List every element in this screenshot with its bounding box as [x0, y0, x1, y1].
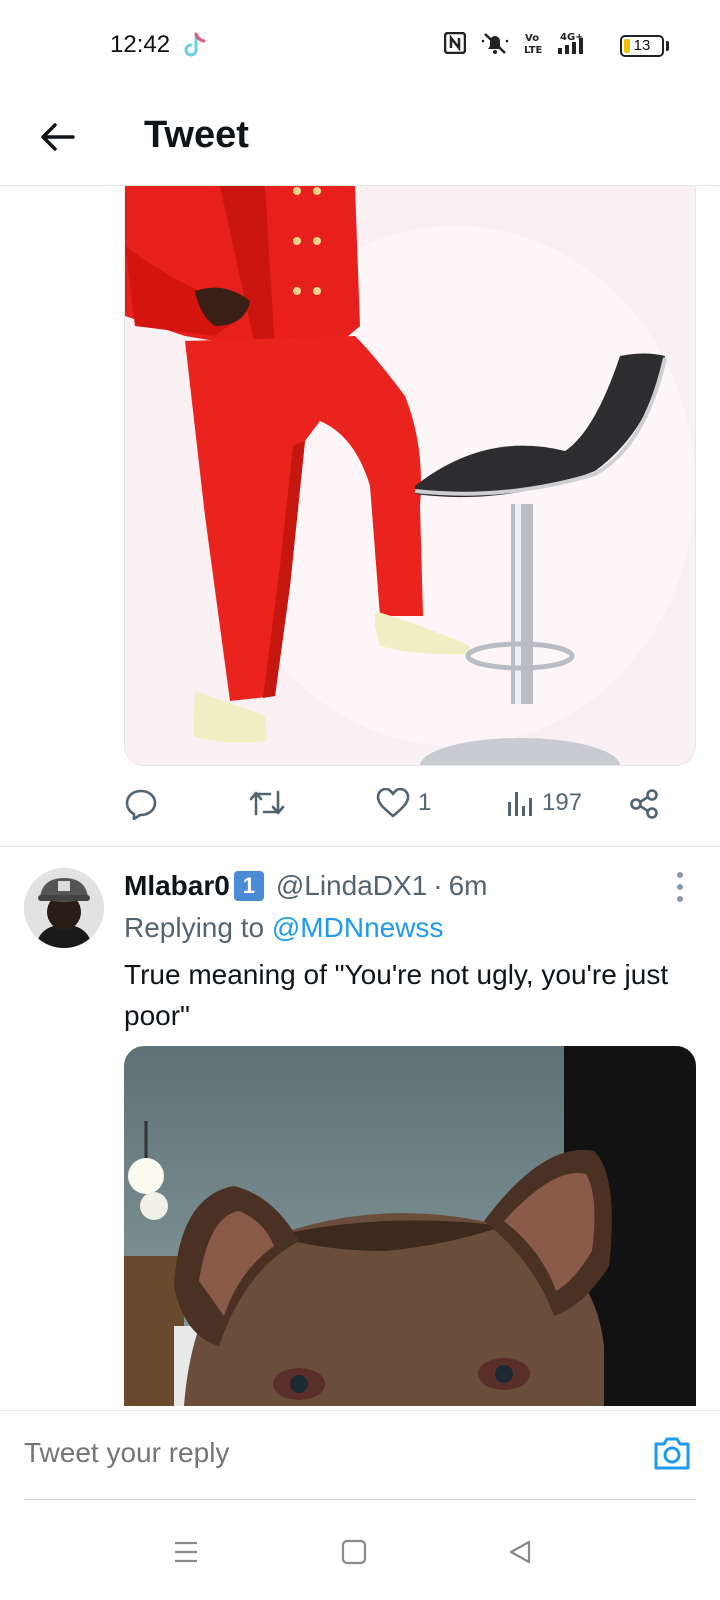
replying-to-label: Replying to: [124, 912, 265, 943]
user-handle[interactable]: @LindaDX1: [276, 870, 427, 902]
heart-icon: [376, 788, 410, 818]
top-app-bar: Tweet: [0, 90, 720, 186]
back-triangle-icon: [509, 1540, 531, 1564]
status-bar: 12:42 Vo LTE 4G+ 13: [0, 0, 720, 90]
replying-to-line: Replying to @MDNnewss: [124, 912, 443, 944]
keycap-badge: 1: [233, 871, 264, 901]
page-title: Tweet: [144, 114, 249, 156]
system-nav-bar: [0, 1500, 720, 1600]
arrow-left-icon: [41, 123, 75, 151]
avatar-image: [24, 868, 104, 948]
tiktok-icon: [184, 32, 206, 57]
display-name[interactable]: Mlabar0: [124, 870, 230, 902]
reply-text: True meaning of "You're not ugly, you're…: [124, 959, 669, 1031]
menu-nav-button[interactable]: [166, 1532, 206, 1572]
tweet-media-image[interactable]: [124, 186, 696, 766]
status-time: 12:42: [110, 31, 171, 58]
nfc-icon: [444, 32, 466, 54]
reply-input[interactable]: [24, 1433, 584, 1473]
reply-photo: [124, 1046, 696, 1406]
back-nav-button[interactable]: [500, 1532, 540, 1572]
back-button[interactable]: [32, 112, 82, 162]
avatar[interactable]: [24, 868, 104, 948]
svg-text:Vo: Vo: [525, 33, 539, 44]
reply-composer: [0, 1410, 720, 1501]
svg-text:LTE: LTE: [524, 45, 542, 56]
camera-icon: [654, 1437, 690, 1470]
timestamp[interactable]: 6m: [449, 870, 488, 902]
status-icons: Vo LTE 4G+: [444, 30, 590, 56]
separator-dot: ·: [433, 870, 443, 901]
battery-icon: 13: [620, 35, 664, 57]
retweet-button[interactable]: [248, 788, 294, 818]
battery-tip: [666, 41, 669, 51]
signal-4g-icon: 4G+: [558, 32, 584, 54]
reply-button[interactable]: [124, 788, 166, 820]
more-options-icon[interactable]: [672, 870, 688, 906]
volte-icon: Vo LTE: [524, 33, 542, 56]
reply-icon: [125, 789, 157, 820]
tweet-photo: [125, 186, 695, 765]
divider: [0, 846, 720, 847]
replying-to-handle[interactable]: @MDNnewss: [272, 912, 444, 943]
home-square-icon: [341, 1539, 367, 1565]
like-count: 1: [418, 789, 432, 816]
analytics-icon: [508, 792, 532, 816]
retweet-icon: [249, 790, 285, 816]
share-icon: [630, 789, 658, 819]
home-nav-button[interactable]: [334, 1532, 374, 1572]
tweet-action-bar: 1 197: [0, 770, 720, 840]
camera-button[interactable]: [650, 1431, 694, 1475]
menu-icon: [175, 1541, 197, 1563]
battery-percent: 13: [633, 37, 651, 54]
reply-media-image[interactable]: [124, 1046, 696, 1406]
view-count: 197: [542, 789, 583, 816]
mute-icon: [481, 33, 509, 54]
reply-header: Mlabar0 1 @LindaDX1 · 6m: [124, 870, 487, 902]
share-button[interactable]: [628, 788, 660, 820]
like-button[interactable]: 1: [376, 788, 431, 818]
views-button[interactable]: 197: [506, 788, 582, 818]
